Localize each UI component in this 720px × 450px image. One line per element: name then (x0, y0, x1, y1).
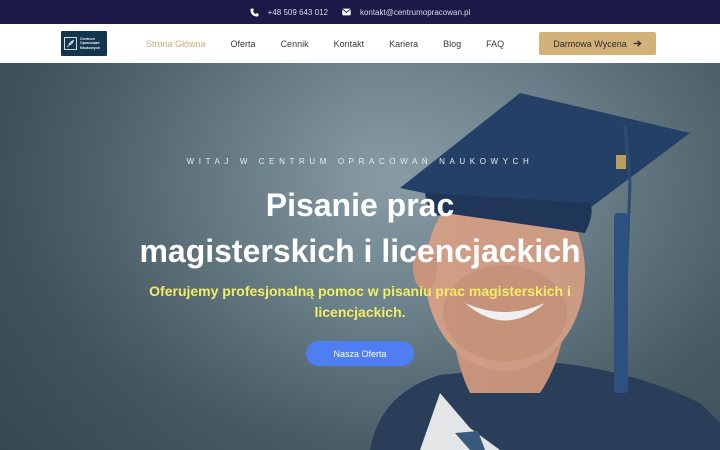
main-navigation: Strona Główna Oferta Cennik Kontakt Kari… (146, 24, 529, 63)
hero-section: WITAJ W CENTRUM OPRACOWAŃ NAUKOWYCH Pisa… (0, 63, 720, 450)
nav-item-faq[interactable]: FAQ (486, 39, 504, 49)
nav-item-strona-glowna[interactable]: Strona Główna (146, 39, 206, 49)
hero-title-line2: magisterskich i licencjackich (139, 233, 581, 269)
phone-contact[interactable]: +48 509 643 012 (250, 7, 328, 17)
nav-item-kontakt[interactable]: Kontakt (334, 39, 365, 49)
feather-icon (64, 37, 77, 50)
logo-text: Centrum Opracowań Naukowych (80, 37, 100, 50)
email-address: kontakt@centrumopracowan.pl (359, 7, 471, 17)
hero-title: Pisanie prac magisterskich i licencjacki… (0, 182, 720, 274)
nav-item-oferta[interactable]: Oferta (231, 39, 256, 49)
site-header: Centrum Opracowań Naukowych Strona Główn… (0, 24, 720, 63)
email-contact[interactable]: kontakt@centrumopracowan.pl (342, 7, 470, 17)
nav-item-cennik[interactable]: Cennik (281, 39, 309, 49)
hero-subtitle: Oferujemy profesjonalną pomoc w pisaniu … (149, 283, 571, 320)
free-quote-label: Darmowa Wycena (553, 38, 627, 49)
envelope-icon (342, 7, 352, 17)
nav-item-kariera[interactable]: Kariera (389, 39, 418, 49)
phone-icon (250, 7, 260, 17)
our-offer-button[interactable]: Nasza Oferta (306, 341, 414, 366)
nav-item-blog[interactable]: Blog (443, 39, 461, 49)
top-contact-bar: +48 509 643 012 kontakt@centrumopracowan… (0, 0, 720, 24)
phone-number: +48 509 643 012 (267, 7, 328, 17)
hero-title-line1: Pisanie prac (265, 187, 455, 223)
arrow-right-icon (633, 39, 642, 49)
hero-kicker: WITAJ W CENTRUM OPRACOWAŃ NAUKOWYCH (186, 157, 534, 166)
free-quote-button[interactable]: Darmowa Wycena (539, 32, 656, 55)
site-logo[interactable]: Centrum Opracowań Naukowych (61, 31, 107, 56)
